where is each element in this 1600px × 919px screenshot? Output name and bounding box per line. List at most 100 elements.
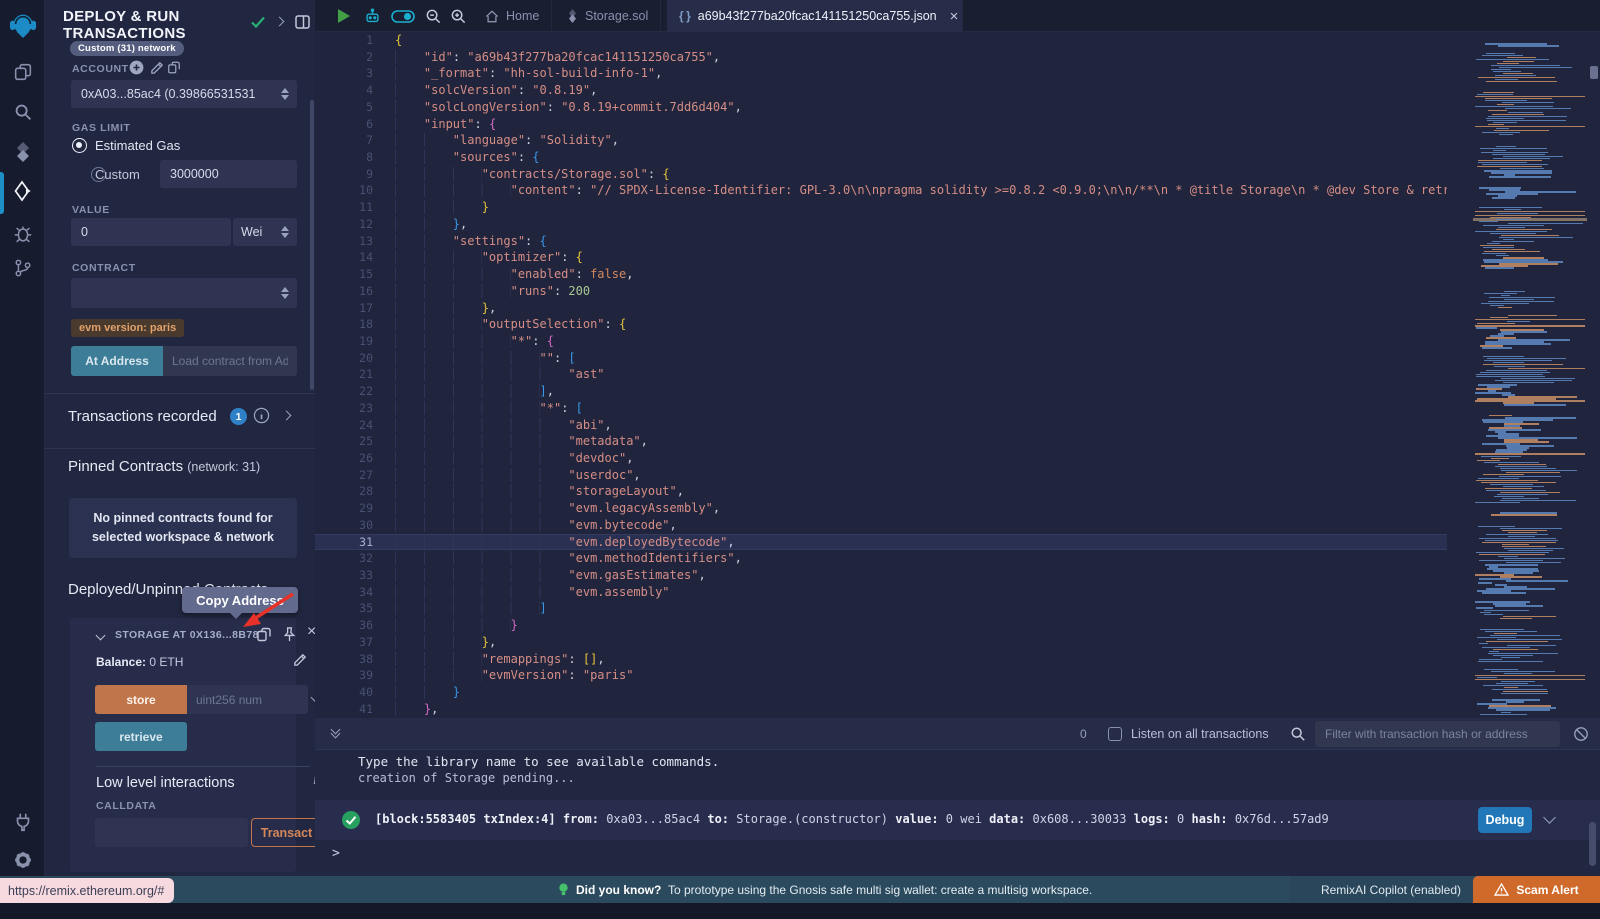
value-input[interactable] — [71, 218, 231, 246]
store-button[interactable]: store — [95, 685, 187, 714]
listen-all-checkbox[interactable] — [1108, 727, 1122, 741]
code-line[interactable]: 34 "evm.assembly" — [315, 584, 1447, 601]
value-unit-select[interactable]: Wei — [233, 218, 297, 246]
clear-console-icon[interactable] — [1573, 726, 1589, 742]
panel-scrollbar[interactable] — [310, 100, 314, 390]
collapse-terminal-icon[interactable] — [332, 726, 339, 737]
run-script-icon[interactable] — [338, 9, 350, 23]
contract-select[interactable] — [71, 278, 297, 308]
code-line[interactable]: 23 "*": [ — [315, 400, 1447, 417]
code-line[interactable]: 14 "optimizer": { — [315, 249, 1447, 266]
code-line[interactable]: 8 "sources": { — [315, 149, 1447, 166]
account-select[interactable]: 0xA03...85ac4 (0.39866531531 — [71, 80, 297, 108]
unit-stepper-icon[interactable] — [281, 226, 289, 238]
edit-balance-icon[interactable] — [293, 652, 308, 667]
git-icon[interactable] — [0, 248, 45, 288]
code-line[interactable]: 9 "contracts/Storage.sol": { — [315, 166, 1447, 183]
code-line[interactable]: 33 "evm.gasEstimates", — [315, 567, 1447, 584]
code-line[interactable]: 37 }, — [315, 634, 1447, 651]
code-line[interactable]: 19 "*": { — [315, 333, 1447, 350]
tx-filter-input[interactable] — [1315, 721, 1560, 747]
code-line[interactable]: 31 "evm.deployedBytecode", — [315, 534, 1447, 551]
code-line[interactable]: 10 "content": "// SPDX-License-Identifie… — [315, 182, 1447, 199]
code-line[interactable]: 39 "evmVersion": "paris" — [315, 667, 1447, 684]
scam-alert-button[interactable]: Scam Alert — [1473, 876, 1600, 903]
at-address-input[interactable] — [163, 346, 297, 376]
store-arg-input[interactable] — [187, 685, 308, 714]
terminal-search-icon[interactable] — [1290, 726, 1306, 742]
code-line[interactable]: 17 }, — [315, 300, 1447, 317]
close-tab-icon[interactable]: × — [950, 8, 959, 25]
edit-account-icon[interactable] — [150, 60, 165, 75]
code-line[interactable]: 41 }, — [315, 701, 1447, 718]
pin-contract-icon[interactable] — [282, 626, 297, 643]
code-line[interactable]: 27 "userdoc", — [315, 467, 1447, 484]
debug-button[interactable]: Debug — [1478, 807, 1532, 833]
code-line[interactable]: 7 "language": "Solidity", — [315, 132, 1447, 149]
code-line[interactable]: 13 "settings": { — [315, 233, 1447, 250]
ai-copilot-robot-icon[interactable] — [363, 7, 382, 25]
collapse-contract-icon[interactable] — [96, 631, 106, 641]
remove-contract-icon[interactable]: × — [307, 624, 315, 640]
transact-button[interactable]: Transact — [251, 818, 315, 847]
code-line[interactable]: 36 } — [315, 617, 1447, 634]
editor-scrollbar[interactable] — [1590, 66, 1598, 79]
add-account-icon[interactable] — [129, 60, 144, 75]
code-line[interactable]: 6 "input": { — [315, 116, 1447, 133]
retrieve-button[interactable]: retrieve — [95, 722, 187, 751]
code-line[interactable]: 11 } — [315, 199, 1447, 216]
pin-panel-icon[interactable] — [295, 15, 310, 29]
code-line[interactable]: 22 ], — [315, 383, 1447, 400]
tx-recorded-expand-icon[interactable] — [282, 411, 292, 421]
code-line[interactable]: 40 } — [315, 684, 1447, 701]
code-line[interactable]: 18 "outputSelection": { — [315, 316, 1447, 333]
copilot-status[interactable]: RemixAI Copilot (enabled) — [1290, 876, 1473, 903]
calldata-input[interactable] — [95, 818, 248, 847]
info-icon[interactable] — [253, 407, 270, 424]
account-stepper-icon[interactable] — [281, 88, 289, 100]
terminal-prompt[interactable]: > — [332, 846, 340, 861]
editor-minimap[interactable] — [1473, 32, 1587, 718]
expand-log-icon[interactable] — [1543, 811, 1556, 824]
contract-stepper-icon[interactable] — [281, 287, 289, 299]
at-address-button[interactable]: At Address — [71, 346, 163, 376]
code-line[interactable]: 30 "evm.bytecode", — [315, 517, 1447, 534]
code-line[interactable]: 29 "evm.legacyAssembly", — [315, 500, 1447, 517]
remix-logo-icon[interactable] — [0, 4, 45, 48]
code-line[interactable]: 32 "evm.methodIdentifiers", — [315, 550, 1447, 567]
code-line[interactable]: 16 "runs": 200 — [315, 283, 1447, 300]
solidity-compiler-icon[interactable] — [0, 132, 45, 172]
code-line[interactable]: 35 ] — [315, 600, 1447, 617]
code-line[interactable]: 28 "storageLayout", — [315, 483, 1447, 500]
panel-next-icon[interactable] — [275, 17, 285, 27]
code-line[interactable]: 26 "devdoc", — [315, 450, 1447, 467]
code-line[interactable]: 21 "ast" — [315, 366, 1447, 383]
code-line[interactable]: 3 "_format": "hh-sol-build-info-1", — [315, 65, 1447, 82]
estimated-gas-radio[interactable] — [72, 138, 87, 153]
code-editor[interactable]: 1{2 "id": "a69b43f277ba20fcac141151250ca… — [315, 32, 1600, 718]
code-line[interactable]: 24 "abi", — [315, 417, 1447, 434]
code-line[interactable]: 4 "solcVersion": "0.8.19", — [315, 82, 1447, 99]
deploy-and-run-icon[interactable] — [0, 170, 45, 212]
copy-address-icon[interactable] — [256, 626, 272, 643]
code-line[interactable]: 2 "id": "a69b43f277ba20fcac141151250ca75… — [315, 49, 1447, 66]
copy-account-icon[interactable] — [167, 60, 181, 75]
settings-gear-icon[interactable] — [0, 840, 45, 880]
zoom-out-icon[interactable] — [425, 8, 442, 25]
code-line[interactable]: 12 }, — [315, 216, 1447, 233]
file-explorer-icon[interactable] — [0, 52, 45, 92]
code-line[interactable]: 1{ — [315, 32, 1447, 49]
tab-build-info-json[interactable]: { } a69b43f277ba20fcac141151250ca755.jso… — [667, 0, 963, 32]
tx-log-row[interactable]: [block:5583405 txIndex:4] from: 0xa03...… — [315, 800, 1600, 840]
search-icon[interactable] — [0, 92, 45, 132]
code-line[interactable]: 5 "solcLongVersion": "0.8.19+commit.7dd6… — [315, 99, 1447, 116]
code-line[interactable]: 38 "remappings": [], — [315, 651, 1447, 668]
plugin-manager-icon[interactable] — [0, 802, 45, 842]
tab-storage-sol[interactable]: Storage.sol — [555, 0, 661, 32]
zoom-in-icon[interactable] — [450, 8, 467, 25]
tab-home[interactable]: Home — [473, 0, 552, 32]
code-line[interactable]: 20 "": [ — [315, 350, 1447, 367]
custom-gas-input[interactable] — [160, 160, 297, 188]
code-line[interactable]: 25 "metadata", — [315, 433, 1447, 450]
copilot-toggle-icon[interactable] — [391, 10, 415, 23]
